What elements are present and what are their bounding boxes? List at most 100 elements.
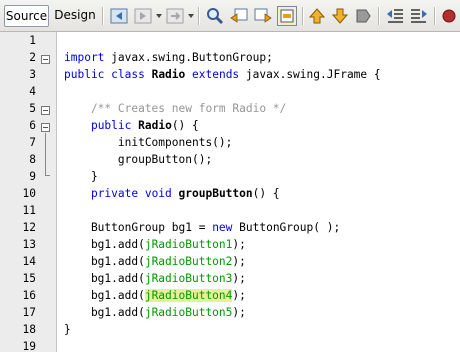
line-number: 13	[22, 238, 36, 251]
code-text[interactable]: bg1.add(jRadioButton1);	[64, 236, 246, 253]
line-number: 18	[22, 323, 36, 336]
shift-left-icon[interactable]	[386, 7, 404, 25]
code-token: bg1.add(	[64, 238, 145, 251]
code-text[interactable]: public class Radio extends javax.swing.J…	[64, 66, 381, 83]
fold-guide	[45, 133, 46, 175]
code-line[interactable]: 9 }	[0, 168, 460, 185]
code-line[interactable]: 1	[0, 32, 460, 49]
code-line[interactable]: 7 initComponents();	[0, 134, 460, 151]
code-text[interactable]: bg1.add(jRadioButton4);	[64, 287, 246, 304]
code-text[interactable]: bg1.add(jRadioButton5);	[64, 304, 246, 321]
toolbar-separator	[434, 7, 436, 25]
code-token: ButtonGroup( );	[232, 221, 341, 234]
line-number: 1	[29, 34, 36, 47]
code-text[interactable]: bg1.add(jRadioButton3);	[64, 270, 246, 287]
code-line[interactable]: 16 bg1.add(jRadioButton4);	[0, 287, 460, 304]
code-token: bg1.add(	[64, 306, 145, 319]
toolbar-separator	[198, 7, 200, 25]
line-number: 12	[22, 221, 36, 234]
code-line[interactable]: 15 bg1.add(jRadioButton3);	[0, 270, 460, 287]
editor-toolbar: Source Design	[0, 0, 460, 32]
code-line[interactable]: 11	[0, 202, 460, 219]
code-line[interactable]: 19	[0, 338, 460, 355]
code-text[interactable]: import javax.swing.ButtonGroup;	[64, 49, 273, 66]
last-edit-icon[interactable]	[166, 7, 184, 25]
code-token: initComponents();	[64, 136, 233, 149]
code-text[interactable]: bg1.add(jRadioButton2);	[64, 253, 246, 270]
code-text[interactable]: groupButton();	[64, 151, 212, 168]
code-text[interactable]: public Radio() {	[64, 117, 199, 134]
toggle-bookmark-icon[interactable]	[354, 7, 372, 25]
code-text[interactable]: ButtonGroup bg1 = new ButtonGroup( );	[64, 219, 340, 236]
code-text[interactable]: /** Creates new form Radio */	[64, 100, 286, 117]
code-token: javax.swing.ButtonGroup;	[104, 51, 273, 64]
code-token: );	[232, 289, 246, 302]
code-token: javax.swing.JFrame {	[239, 68, 381, 81]
code-token: bg1.add(	[64, 255, 145, 268]
toolbar-separator	[102, 7, 104, 25]
tab-design[interactable]: Design	[54, 5, 96, 27]
fold-toggle-icon[interactable]	[41, 123, 50, 132]
code-token: jRadioButton2	[144, 255, 233, 268]
line-number: 9	[29, 170, 36, 183]
line-number: 5	[29, 102, 36, 115]
code-token: );	[232, 238, 246, 251]
code-text[interactable]: }	[64, 168, 98, 185]
code-token: );	[232, 306, 246, 319]
fold-end-marker	[45, 175, 50, 176]
code-line[interactable]: 4	[0, 83, 460, 100]
next-bookmark-icon[interactable]	[331, 7, 349, 25]
line-number: 10	[22, 187, 36, 200]
code-line[interactable]: 6 public Radio() {	[0, 117, 460, 134]
code-line[interactable]: 12 ButtonGroup bg1 = new ButtonGroup( );	[0, 219, 460, 236]
code-token: jRadioButton5	[144, 306, 233, 319]
code-token: jRadioButton4	[144, 289, 233, 302]
code-line[interactable]: 13 bg1.add(jRadioButton1);	[0, 236, 460, 253]
code-text[interactable]: initComponents();	[64, 134, 233, 151]
line-number: 3	[29, 68, 36, 81]
line-number: 7	[29, 136, 36, 149]
code-line[interactable]: 5 /** Creates new form Radio */	[0, 100, 460, 117]
line-number: 16	[22, 289, 36, 302]
chevron-down-icon[interactable]	[156, 14, 162, 18]
code-line[interactable]: 17 bg1.add(jRadioButton5);	[0, 304, 460, 321]
code-token: /** Creates new form Radio */	[64, 102, 287, 115]
code-text[interactable]: }	[64, 321, 71, 338]
fold-toggle-icon[interactable]	[41, 106, 50, 115]
code-token: groupButton	[178, 187, 253, 200]
code-token: public	[90, 119, 132, 132]
chevron-down-icon[interactable]	[188, 14, 194, 18]
code-line[interactable]: 8 groupButton();	[0, 151, 460, 168]
toolbar-separator	[302, 7, 304, 25]
code-token: jRadioButton1	[144, 238, 233, 251]
back-icon[interactable]	[110, 7, 128, 25]
find-previous-icon[interactable]	[230, 7, 248, 25]
toggle-highlight-icon[interactable]	[277, 6, 297, 26]
code-token: bg1.add(	[64, 289, 145, 302]
code-token: extends	[192, 68, 240, 81]
forward-icon[interactable]	[134, 7, 152, 25]
find-icon[interactable]	[206, 7, 224, 25]
code-text[interactable]: private void groupButton() {	[64, 185, 280, 202]
find-next-icon[interactable]	[254, 7, 272, 25]
line-number: 14	[22, 255, 36, 268]
code-token: Radio	[151, 68, 186, 81]
code-line[interactable]: 2 import javax.swing.ButtonGroup;	[0, 49, 460, 66]
shift-right-icon[interactable]	[410, 7, 428, 25]
previous-bookmark-icon[interactable]	[308, 7, 326, 25]
code-token: );	[232, 272, 246, 285]
code-line[interactable]: 18}	[0, 321, 460, 338]
macro-record-icon[interactable]	[440, 7, 456, 25]
line-number: 2	[29, 51, 36, 64]
tab-source[interactable]: Source	[4, 5, 49, 27]
code-line[interactable]: 3 public class Radio extends javax.swing.…	[0, 66, 460, 83]
fold-toggle-icon[interactable]	[41, 55, 50, 64]
code-line[interactable]: 10 private void groupButton() {	[0, 185, 460, 202]
code-token: import	[64, 51, 105, 64]
code-line[interactable]: 14 bg1.add(jRadioButton2);	[0, 253, 460, 270]
line-number: 19	[22, 340, 36, 353]
